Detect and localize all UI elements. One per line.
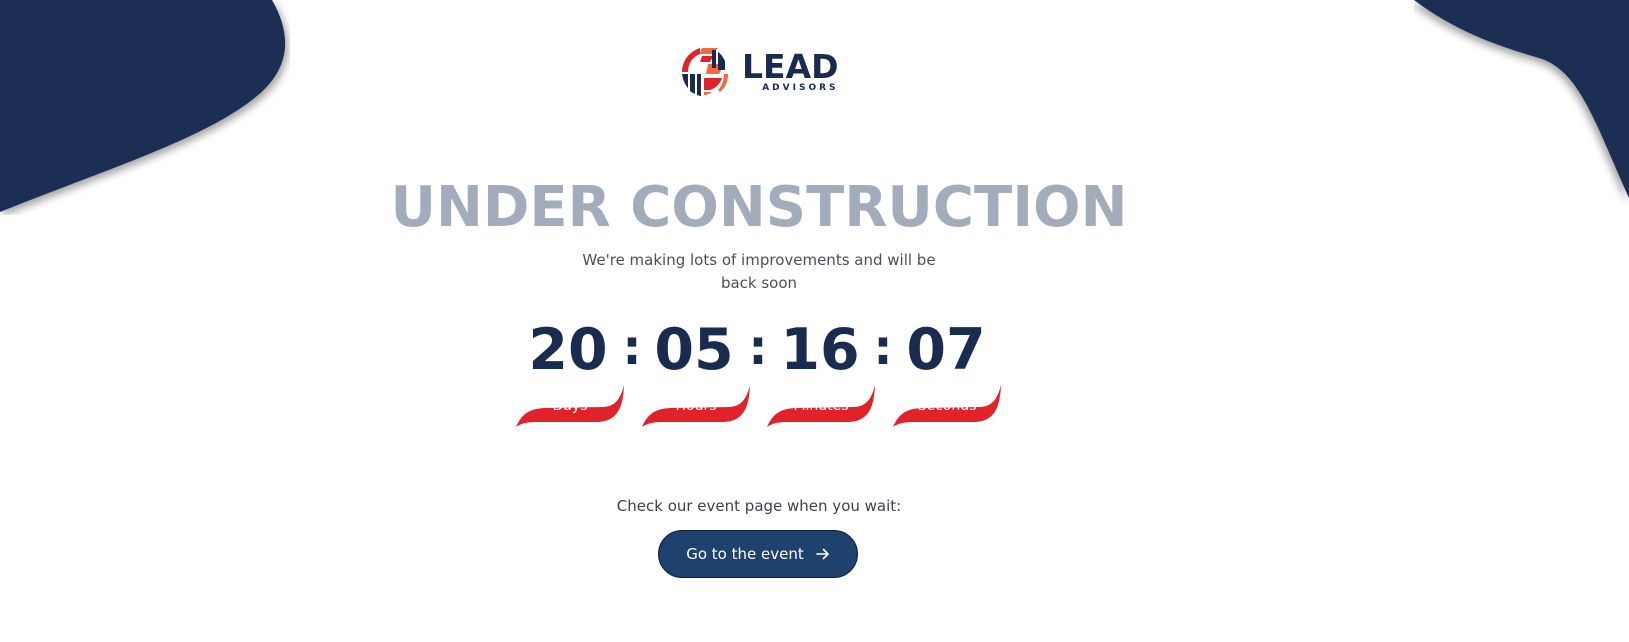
countdown-label-text: Hours bbox=[675, 398, 717, 414]
countdown-separator: : bbox=[622, 320, 642, 376]
countdown-minutes-value: 16 bbox=[780, 317, 860, 383]
countdown-label-text: Days bbox=[552, 398, 588, 414]
countdown-seconds-label: Seconds bbox=[891, 383, 1003, 429]
countdown-days-label: Days bbox=[514, 383, 626, 429]
countdown-separator: : bbox=[748, 320, 768, 376]
brand-tagline: ADVISORS bbox=[762, 82, 839, 93]
countdown-label-text: Seconds bbox=[917, 398, 977, 414]
cta-text: Check our event page when you wait: bbox=[616, 497, 902, 515]
countdown-label-text: Minutes bbox=[793, 398, 849, 414]
countdown-seconds-value: 07 bbox=[906, 317, 986, 383]
countdown-hours-label: Hours bbox=[640, 383, 752, 429]
arrow-right-icon bbox=[815, 548, 829, 560]
countdown-separator: : bbox=[873, 320, 893, 376]
decorative-blob-right bbox=[1414, 0, 1629, 198]
countdown-hours-value: 05 bbox=[654, 317, 734, 383]
brand-logo[interactable]: LEAD ADVISORS bbox=[678, 44, 839, 98]
go-to-event-label: Go to the event bbox=[686, 545, 804, 563]
logo-mark-icon bbox=[682, 48, 728, 96]
page-title: UNDER CONSTRUCTION bbox=[390, 175, 1128, 240]
brand-name: LEAD bbox=[742, 46, 839, 86]
go-to-event-button[interactable]: Go to the event bbox=[658, 530, 858, 578]
countdown-days-value: 20 bbox=[528, 317, 608, 383]
page-subtitle: We're making lots of improvements and wi… bbox=[582, 251, 936, 292]
countdown-minutes-label: Minutes bbox=[765, 383, 877, 429]
